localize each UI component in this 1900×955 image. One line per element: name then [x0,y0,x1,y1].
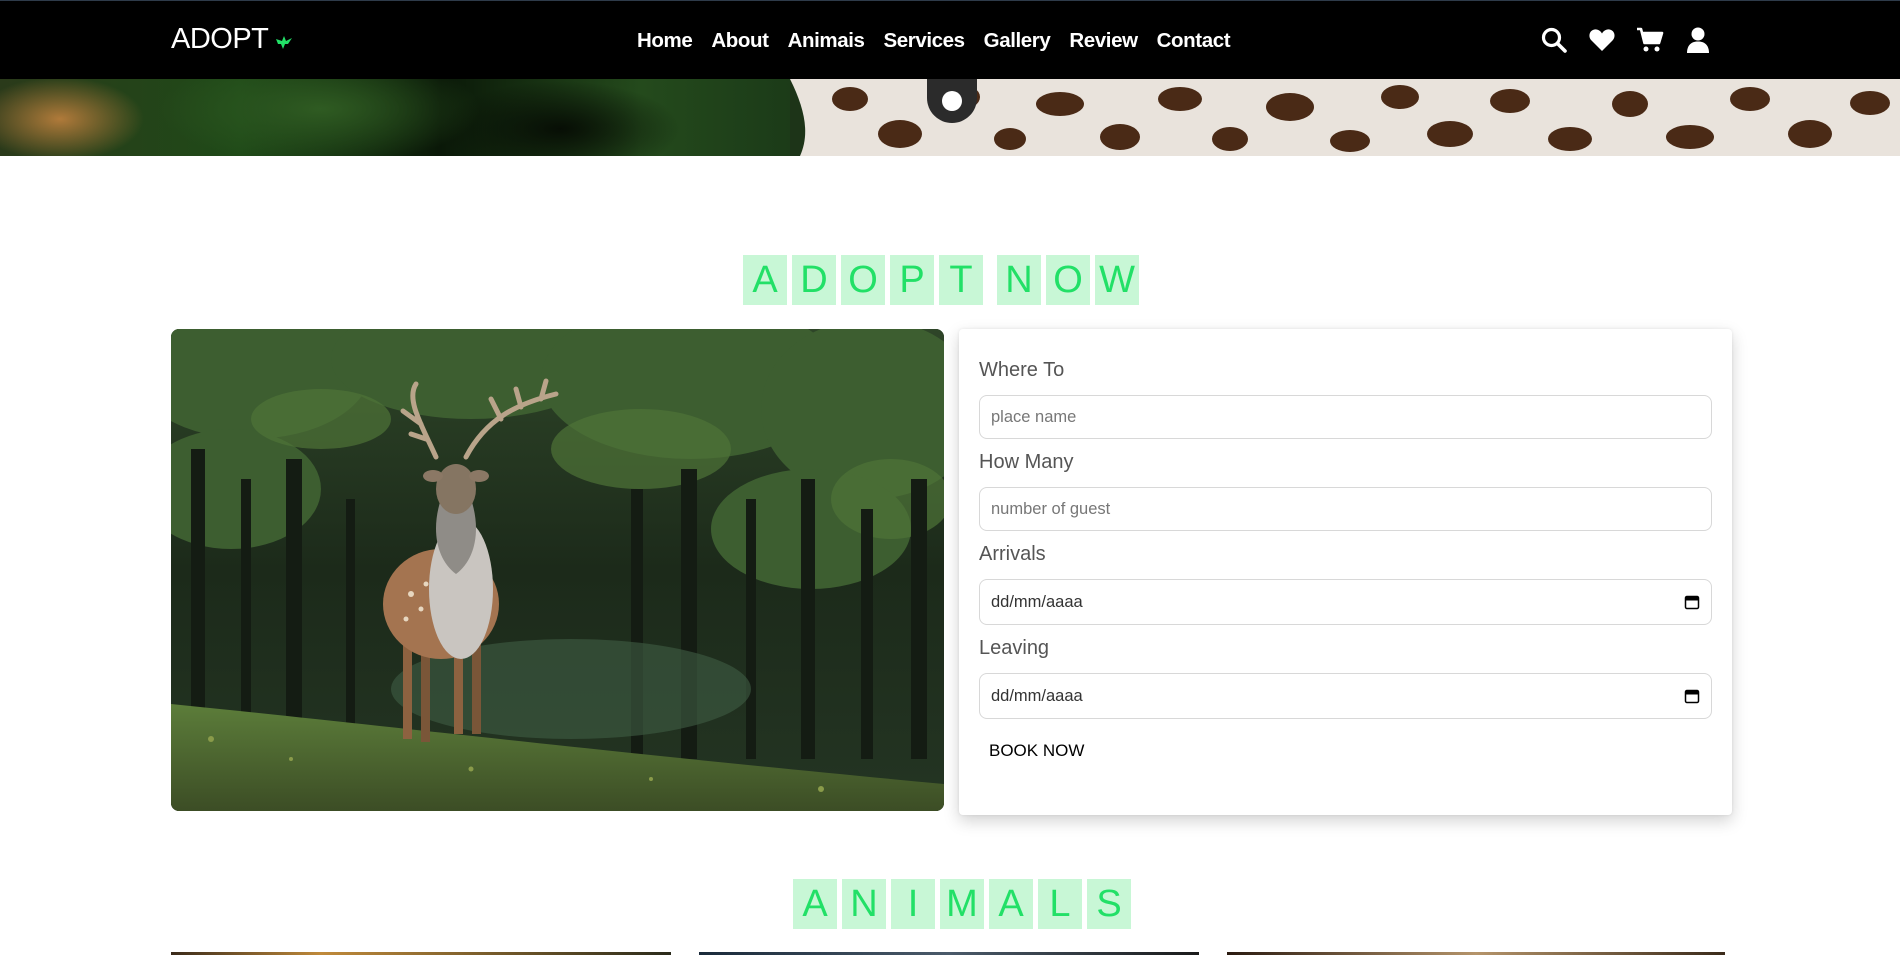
calendar-icon[interactable] [1684,688,1700,704]
calendar-icon[interactable] [1684,594,1700,610]
arrivals-date-input[interactable]: dd/mm/aaaa [979,579,1712,625]
bird-icon [276,35,293,49]
navbar: ADOPT Home About Animais Services Galler… [0,0,1900,79]
deer-forest-image [171,329,944,811]
heading-letter: P [890,255,934,305]
logo[interactable]: ADOPT [171,23,294,56]
heading-letter: W [1095,255,1139,305]
nav-link-home[interactable]: Home [637,29,693,53]
adopt-now-heading: A D O P T N O W [743,255,1139,305]
book-now-button[interactable]: BOOK NOW [989,741,1084,761]
nav-links: Home About Animais Services Gallery Revi… [637,29,1249,53]
leaving-date-value: dd/mm/aaaa [991,686,1083,705]
booking-form: Where To place name How Many number of g… [959,329,1732,815]
heading-letter: N [997,255,1041,305]
heading-letter: N [842,879,886,929]
heading-letter: S [1087,879,1131,929]
heading-letter: O [1046,255,1090,305]
nav-link-contact[interactable]: Contact [1157,29,1231,53]
user-icon[interactable] [1684,26,1712,54]
slider-dot-active[interactable] [942,91,962,111]
cart-icon[interactable] [1636,26,1664,54]
heading-letter: A [793,879,837,929]
how-many-label: How Many [979,451,1074,473]
heading-letter: D [792,255,836,305]
leaving-date-input[interactable]: dd/mm/aaaa [979,673,1712,719]
logo-text[interactable]: ADOPT [171,23,269,56]
arrivals-label: Arrivals [979,543,1046,565]
search-icon[interactable] [1540,26,1568,54]
arrivals-date-value: dd/mm/aaaa [991,592,1083,611]
nav-link-about[interactable]: About [711,29,769,53]
heading-letter: I [891,879,935,929]
how-many-input[interactable]: number of guest [979,487,1712,531]
nav-link-gallery[interactable]: Gallery [984,29,1051,53]
heading-letter: A [989,879,1033,929]
heading-letter: M [940,879,984,929]
heading-letter: T [939,255,983,305]
animals-heading: A N I M A L S [793,879,1131,929]
nav-link-services[interactable]: Services [884,29,966,53]
leaving-label: Leaving [979,637,1050,659]
nav-icons [1540,26,1712,54]
nav-link-review[interactable]: Review [1069,29,1138,53]
nav-link-animals[interactable]: Animais [788,29,865,53]
hero-image-left [0,79,800,156]
heading-letter: L [1038,879,1082,929]
where-to-input[interactable]: place name [979,395,1712,439]
where-to-label: Where To [979,359,1065,381]
heart-icon[interactable] [1588,26,1616,54]
heading-letter: A [743,255,787,305]
heading-letter: O [841,255,885,305]
